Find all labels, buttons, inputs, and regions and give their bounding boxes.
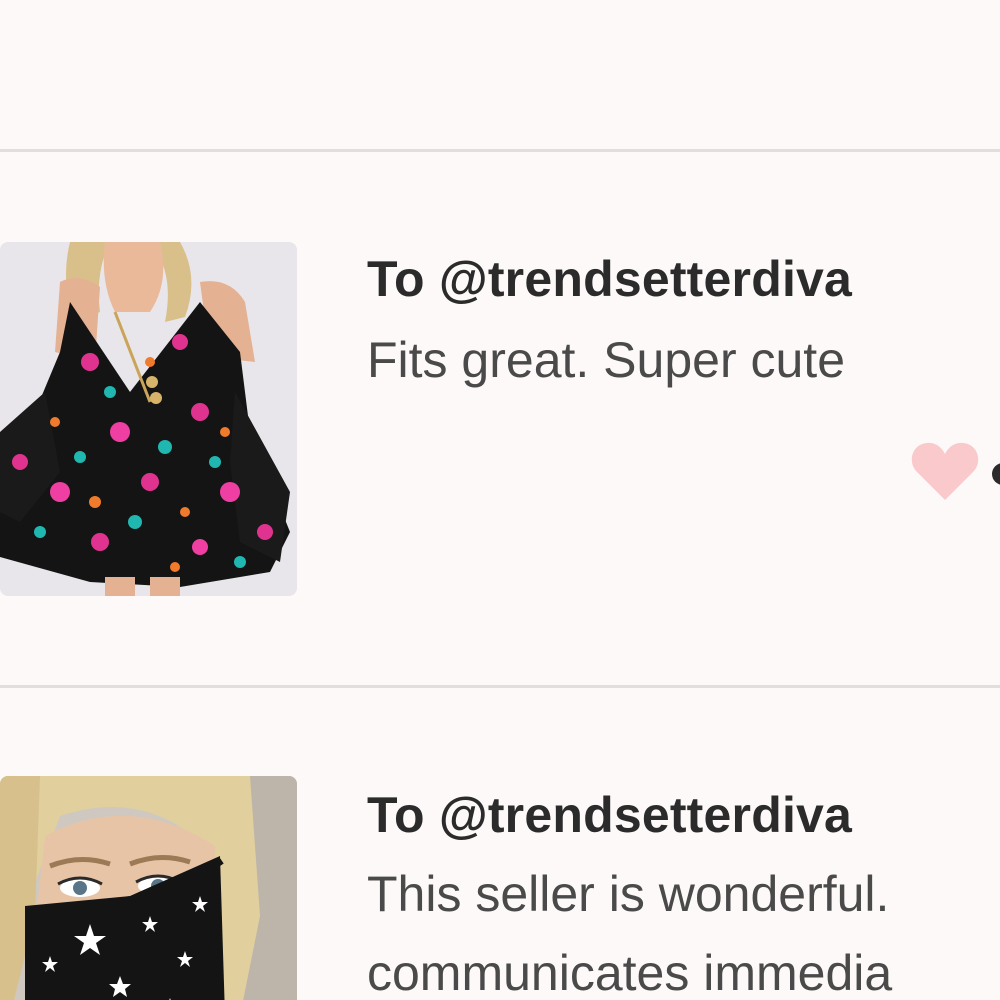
divider bbox=[0, 149, 1000, 152]
comment-text-line-1: This seller is wonderful. bbox=[367, 866, 890, 922]
face-mask-photo[interactable] bbox=[0, 776, 297, 1000]
comment-recipient[interactable]: To @trendsetterdiva bbox=[367, 786, 852, 844]
floral-dress-photo[interactable] bbox=[0, 242, 297, 596]
like-count-dot bbox=[992, 463, 1000, 485]
comment-recipient[interactable]: To @trendsetterdiva bbox=[367, 250, 852, 308]
comment-text-line-2: communicates immedia bbox=[367, 945, 893, 1000]
heart-icon[interactable] bbox=[910, 440, 980, 502]
comment-text: Fits great. Super cute bbox=[367, 332, 846, 388]
divider bbox=[0, 685, 1000, 688]
comments-feed: To @trendsetterdiva Fits great. Super cu… bbox=[0, 0, 1000, 1000]
